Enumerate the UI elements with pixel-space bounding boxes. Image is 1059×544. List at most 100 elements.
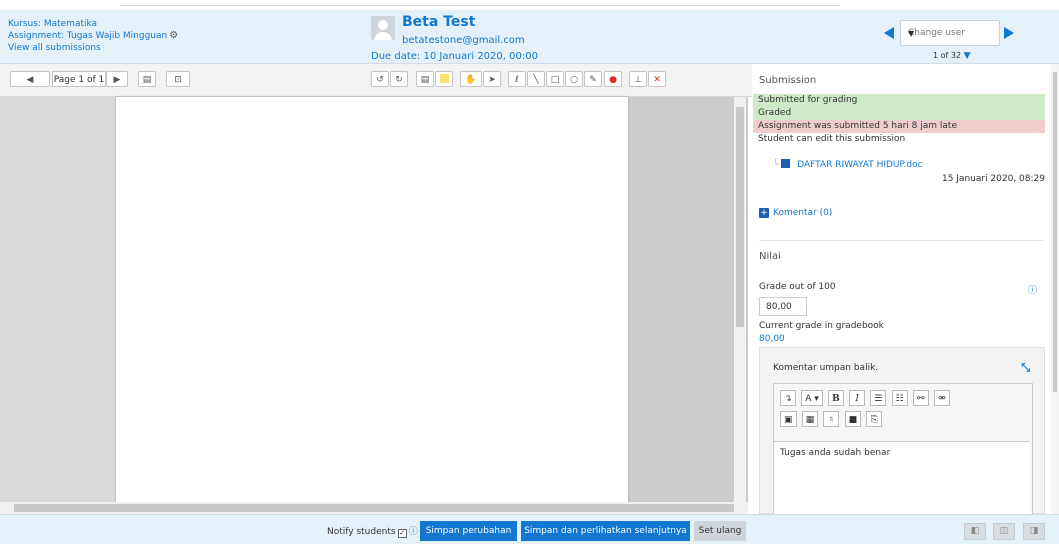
editor-toolbar-row-1: ↴ A ▾ B I ☰ ☷ ⚯ ⚮: [780, 390, 952, 408]
manage-files-icon[interactable]: ⎘: [866, 411, 883, 427]
line-icon[interactable]: ╲: [527, 71, 545, 87]
due-date: Due date: 10 Januari 2020, 00:00: [371, 51, 538, 62]
comments-link[interactable]: Komentar (0): [773, 208, 832, 218]
file-date: 15 Januari 2020, 08:29: [941, 174, 1045, 184]
tree-branch-icon: └: [773, 160, 779, 170]
user-email: betatestone@gmail.com: [402, 35, 525, 46]
link-icon[interactable]: ⚯: [912, 390, 929, 406]
course-link[interactable]: Kursus: Matematika: [8, 18, 178, 30]
stamp-icon[interactable]: ⊥: [629, 71, 647, 87]
document-page[interactable]: [116, 97, 628, 502]
oval-icon[interactable]: ○: [565, 71, 583, 87]
panel-scrollbar[interactable]: [1051, 64, 1059, 514]
status-submitted: Submitted for grading: [753, 94, 1045, 107]
save-and-next-button[interactable]: Simpan dan perlihatkan selanjutnya: [521, 521, 690, 541]
notify-checkbox[interactable]: ✓: [397, 529, 407, 538]
unlink-icon[interactable]: ⚮: [934, 390, 951, 406]
grade-out-of-label: Grade out of 100: [759, 282, 836, 292]
bold-icon[interactable]: B: [827, 390, 844, 406]
viewer-vertical-scrollbar[interactable]: [734, 97, 746, 502]
expand-comments-icon[interactable]: ⊡: [166, 71, 190, 87]
toolbar-toggle-icon[interactable]: ↴: [780, 390, 796, 406]
current-grade-value[interactable]: 80,00: [759, 334, 785, 344]
font-size-icon[interactable]: A ▾: [801, 390, 823, 406]
grader-footer: Notify students ✓ ⓘ Simpan perubahan Simpa…: [0, 514, 1059, 544]
unordered-list-icon[interactable]: ☰: [870, 390, 887, 406]
assignment-line: Assignment: Tugas Wajib Mingguan ⚙: [8, 30, 178, 42]
prev-page-icon[interactable]: ◀: [10, 71, 50, 87]
chevron-down-icon: ▼: [908, 29, 915, 38]
viewer-horizontal-scroll-thumb[interactable]: [14, 504, 734, 512]
media-icon[interactable]: ▦: [801, 411, 819, 427]
microphone-icon[interactable]: ♮: [823, 411, 840, 427]
feedback-comments-section: Komentar umpan balik. ⤡ ↴ A ▾ B I ☰ ☷ ⚯ …: [759, 347, 1045, 517]
notify-label: Notify students: [327, 527, 396, 537]
gear-icon[interactable]: ⚙: [169, 30, 178, 42]
viewer-vertical-scroll-thumb[interactable]: [736, 107, 744, 327]
comment-icon[interactable]: ▤: [416, 71, 434, 87]
status-edit: Student can edit this submission: [758, 134, 906, 144]
ordered-list-icon[interactable]: ☷: [891, 390, 908, 406]
submitted-file: └ DAFTAR RIWAYAT HIDUP.doc: [773, 159, 923, 170]
grading-panel: Submission Submitted for grading Graded …: [753, 64, 1051, 517]
delete-icon[interactable]: ✕: [648, 71, 666, 87]
current-grade-label: Current grade in gradebook: [759, 321, 884, 331]
highlight-icon[interactable]: ✎: [584, 71, 602, 87]
next-user-icon[interactable]: [1004, 27, 1014, 39]
file-link[interactable]: DAFTAR RIWAYAT HIDUP.doc: [797, 160, 922, 170]
user-count-text: 1 of 32: [933, 51, 962, 60]
feedback-editor: ↴ A ▾ B I ☰ ☷ ⚯ ⚮ ▣ ▦ ♮ ■ ⎘ Tugas anda s…: [773, 383, 1033, 517]
next-page-icon[interactable]: ▶: [106, 71, 128, 87]
viewer-horizontal-scrollbar[interactable]: [0, 502, 748, 514]
grade-input[interactable]: 80,00: [759, 297, 807, 316]
user-count: 1 of 32 ▼: [933, 51, 971, 61]
collapse-review-panel-icon[interactable]: ◧: [964, 523, 986, 540]
annotation-toolbar: ◀ Page 1 of 1 ▶ ▤ ⊡ ↺ ↻ ▤ ✋ ➤ ℓ ╲ □ ○ ✎ …: [0, 64, 752, 97]
assignment-link[interactable]: Assignment: Tugas Wajib Mingguan: [8, 31, 167, 41]
document-icon: [781, 159, 791, 168]
help-icon[interactable]: ⓘ: [1028, 283, 1037, 296]
select-icon[interactable]: ➤: [483, 71, 501, 87]
status-graded: Graded: [753, 107, 1045, 120]
view-all-submissions-link[interactable]: View all submissions: [8, 42, 178, 54]
viewer-margin: [0, 97, 116, 502]
rectangle-icon[interactable]: □: [546, 71, 564, 87]
rotate-left-icon[interactable]: ↺: [371, 71, 389, 87]
panel-scroll-thumb[interactable]: [1053, 72, 1057, 392]
collapse-grade-panel-icon[interactable]: ◨: [1023, 523, 1045, 540]
editor-toolbar-row-2: ▣ ▦ ♮ ■ ⎘: [780, 411, 884, 429]
comments-toggle[interactable]: + Komentar (0): [759, 208, 832, 218]
section-divider: [759, 240, 1043, 241]
feedback-title: Komentar umpan balik.: [773, 363, 879, 373]
notify-students: Notify students ✓ ⓘ: [327, 524, 418, 538]
color-icon[interactable]: ●: [604, 71, 622, 87]
top-divider: [120, 5, 840, 6]
image-icon[interactable]: ▣: [780, 411, 797, 427]
previous-user-icon[interactable]: [884, 27, 894, 39]
pan-icon[interactable]: ✋: [460, 71, 482, 87]
document-viewer: [0, 97, 748, 502]
highlight-color-icon[interactable]: [435, 71, 453, 87]
help-icon[interactable]: ⓘ: [409, 527, 418, 537]
expand-icon[interactable]: ⤡: [1021, 361, 1030, 375]
grader-header: Kursus: Matematika Assignment: Tugas Waj…: [0, 10, 1059, 64]
status-late: Assignment was submitted 5 hari 8 jam la…: [753, 120, 1045, 133]
course-info: Kursus: Matematika Assignment: Tugas Waj…: [8, 18, 178, 54]
pen-icon[interactable]: ℓ: [508, 71, 526, 87]
avatar[interactable]: [371, 16, 395, 40]
video-icon[interactable]: ■: [844, 411, 862, 427]
filter-icon[interactable]: ▼: [964, 51, 971, 61]
plus-icon: +: [759, 208, 769, 218]
search-comments-icon[interactable]: ▤: [138, 71, 156, 87]
default-layout-icon[interactable]: ◫: [993, 523, 1015, 540]
save-button[interactable]: Simpan perubahan: [420, 521, 517, 541]
reset-button[interactable]: Set ulang: [694, 521, 746, 541]
italic-icon[interactable]: I: [849, 390, 866, 406]
feedback-textarea[interactable]: Tugas anda sudah benar: [774, 441, 1030, 516]
page-select[interactable]: Page 1 of 1: [52, 71, 106, 87]
submission-heading: Submission: [759, 75, 817, 86]
rotate-right-icon[interactable]: ↻: [390, 71, 408, 87]
change-user-select[interactable]: Change user ▼: [900, 20, 1000, 46]
grade-heading: Nilai: [759, 251, 781, 262]
user-name[interactable]: Beta Test: [402, 14, 475, 30]
